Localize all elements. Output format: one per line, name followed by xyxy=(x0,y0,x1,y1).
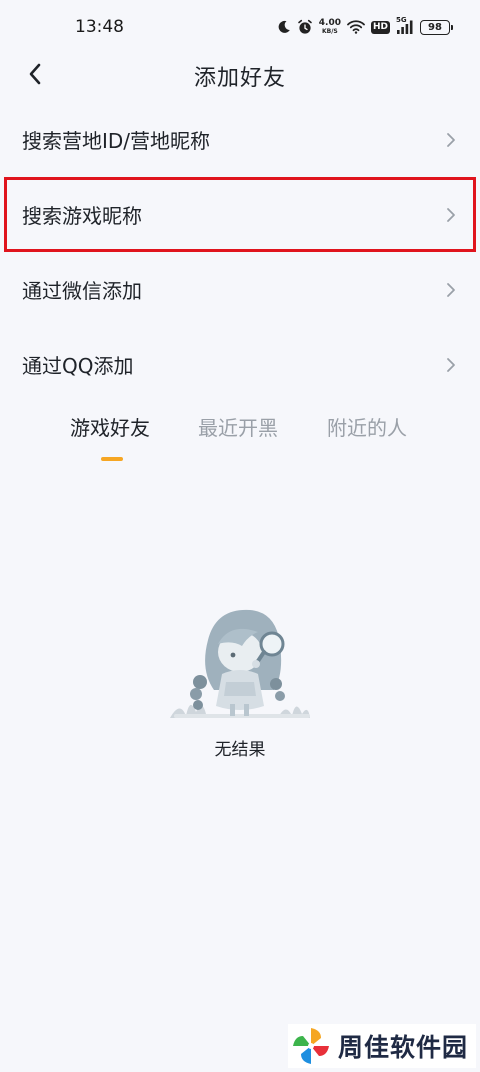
network-speed-value: 4.00 xyxy=(318,18,341,28)
signal-icon: 5G xyxy=(396,16,414,35)
menu-item-label: 通过微信添加 xyxy=(22,279,142,303)
chevron-right-icon xyxy=(447,132,455,147)
menu-item-label: 通过QQ添加 xyxy=(22,354,134,378)
status-bar: 13:48 4.00 KB/S HD 5G 98 xyxy=(0,0,480,54)
watermark: 周佳软件园 xyxy=(288,1024,476,1068)
chevron-right-icon xyxy=(447,282,455,297)
watermark-text: 周佳软件园 xyxy=(338,1033,469,1062)
chevron-right-icon xyxy=(447,357,455,372)
status-time: 13:48 xyxy=(75,17,124,37)
battery-indicator: 98 xyxy=(420,19,453,35)
network-speed: 4.00 KB/S xyxy=(319,19,341,35)
add-via-qq-item[interactable]: 通过QQ添加 xyxy=(0,327,480,402)
add-friend-options: 搜索营地ID/营地昵称 搜索游戏昵称 通过微信添加 通过QQ添加 xyxy=(0,102,480,402)
add-via-wechat-item[interactable]: 通过微信添加 xyxy=(0,252,480,327)
nav-bar: 添加好友 xyxy=(0,54,480,94)
chevron-right-icon xyxy=(447,207,455,222)
tab-game-friends[interactable]: 游戏好友 xyxy=(70,412,150,441)
empty-result-illustration xyxy=(170,609,310,718)
hd-badge: HD xyxy=(370,20,390,34)
friend-tabs: 游戏好友 最近开黑 附近的人 xyxy=(0,412,480,462)
alarm-icon xyxy=(297,19,313,35)
search-game-nickname-item[interactable]: 搜索游戏昵称 xyxy=(4,177,476,252)
menu-item-label: 搜索营地ID/营地昵称 xyxy=(22,129,211,153)
network-speed-unit: KB/S xyxy=(322,28,338,35)
tab-recent-teammates[interactable]: 最近开黑 xyxy=(198,412,278,441)
search-camp-id-item[interactable]: 搜索营地ID/营地昵称 xyxy=(0,102,480,177)
wifi-icon xyxy=(347,20,365,34)
moon-icon xyxy=(277,20,291,34)
signal-label: 5G xyxy=(396,16,407,24)
page-title: 添加好友 xyxy=(193,66,286,91)
menu-item-label: 搜索游戏昵称 xyxy=(22,204,142,228)
empty-state-text: 无结果 xyxy=(214,740,266,760)
pinwheel-logo-icon xyxy=(293,1028,329,1064)
tab-nearby-people[interactable]: 附近的人 xyxy=(327,412,407,441)
status-icons: 4.00 KB/S HD 5G 98 xyxy=(277,16,453,38)
tab-indicator xyxy=(101,457,123,461)
